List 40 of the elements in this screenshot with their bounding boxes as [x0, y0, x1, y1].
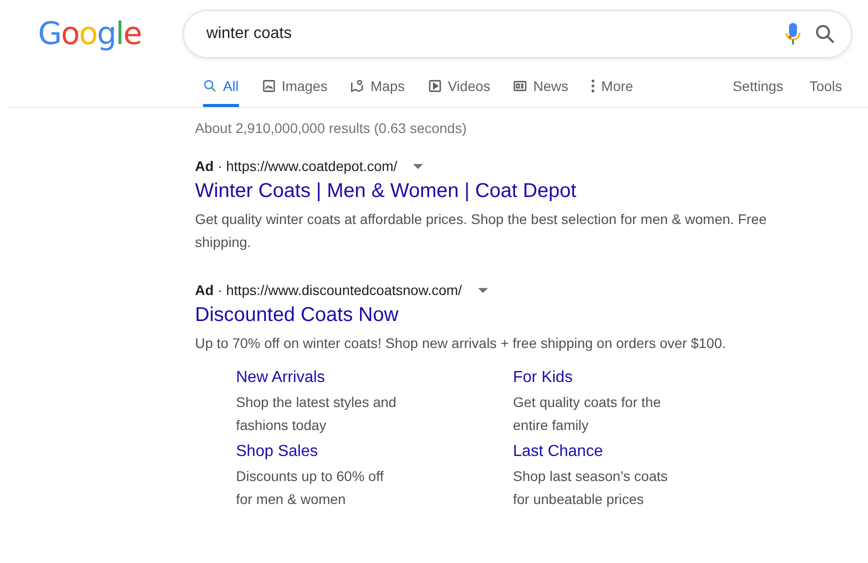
image-icon: [262, 78, 276, 92]
sitelink[interactable]: New Arrivals: [236, 369, 513, 387]
map-pin-icon: [350, 78, 364, 92]
sitelink-description: for men & women: [236, 490, 347, 509]
sitelink-description: for unbeatable prices: [513, 490, 645, 509]
play-icon: [428, 78, 442, 92]
sitelink-description: Get quality coats for the: [513, 393, 662, 412]
ad-url: Ad · https://www.discountedcoatsnow.com/: [195, 282, 462, 298]
ad-title-link[interactable]: Winter Coats | Men & Women | Coat Depot: [195, 180, 868, 203]
caret-icon[interactable]: [413, 164, 424, 168]
tools-link[interactable]: Tools: [809, 64, 842, 107]
sitelink-description: Shop the latest styles and: [236, 393, 398, 412]
sitelink-description: fashions today: [236, 416, 328, 435]
tools-link[interactable]: Settings: [732, 64, 784, 107]
search-icon[interactable]: [815, 24, 835, 44]
search-tab[interactable]: Images: [262, 64, 328, 107]
sitelink[interactable]: For Kids: [513, 369, 753, 387]
search-field[interactable]: winter coats: [204, 24, 771, 44]
search-icon: [203, 78, 217, 92]
search-tab[interactable]: Videos: [428, 64, 490, 107]
search-tab[interactable]: News: [513, 64, 568, 107]
logo[interactable]: Google: [38, 16, 142, 52]
search-tab[interactable]: Maps: [350, 64, 405, 107]
more-icon: [591, 78, 596, 92]
microphone-icon[interactable]: [785, 22, 801, 46]
search-tab[interactable]: All: [203, 64, 239, 107]
ad-description: Up to 70% off on winter coats! Shop new arrivals + free shipping on orders over $100.: [195, 334, 727, 353]
ad-url: Ad · https://www.coatdepot.com/: [195, 158, 398, 174]
sitelink-description: Discounts up to 60% off: [236, 467, 385, 486]
result-stats: About 2,910,000,000 results (0.63 seconds): [195, 120, 468, 136]
sitelink[interactable]: Last Chance: [513, 443, 753, 461]
ad-description: Get quality winter coats at affordable prices. Shop the best selection for men & women. Free shipping.: [195, 210, 768, 252]
ad-title-link[interactable]: Discounted Coats Now: [195, 304, 868, 327]
search-tab[interactable]: More: [591, 64, 634, 107]
caret-icon[interactable]: [478, 288, 488, 292]
news-icon: [513, 78, 528, 92]
sitelink[interactable]: Shop Sales: [236, 443, 513, 461]
sitelink-description: Shop last season’s coats: [513, 467, 669, 486]
search-bar[interactable]: winter coats: [183, 10, 852, 58]
sitelink-description: entire family: [513, 416, 590, 435]
